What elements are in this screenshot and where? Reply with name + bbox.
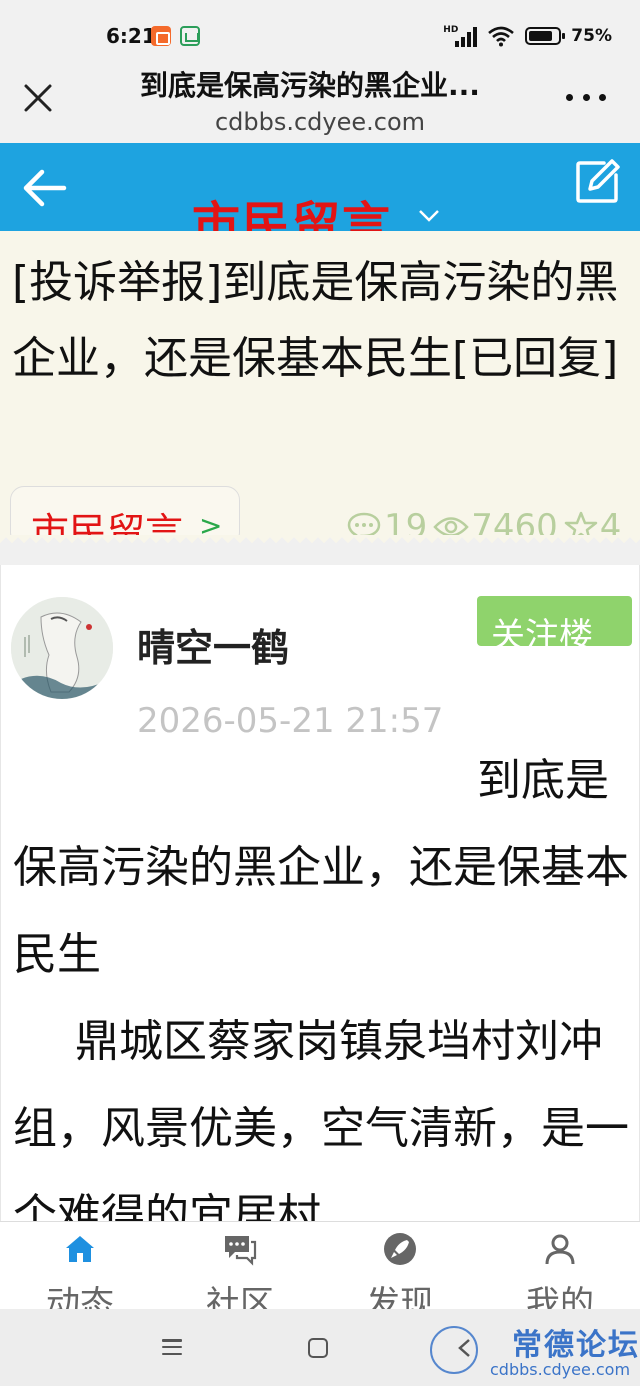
author-name[interactable]: 晴空一鹤: [137, 617, 289, 672]
avatar[interactable]: [11, 597, 113, 699]
section-title[interactable]: 市民留言: [192, 185, 392, 231]
tab-label: 发现: [366, 1284, 434, 1309]
chevron-down-icon[interactable]: [418, 209, 440, 223]
post-paragraph: 到底是保高污染的黑企业，还是保基本民生: [13, 755, 629, 980]
tab-community[interactable]: 社区: [160, 1222, 320, 1309]
site-header: 市民留言: [0, 143, 640, 231]
post-card: 晴空一鹤 关注楼 2026-05-21 21:57 到底是保高污染的黑企业，还是…: [0, 565, 640, 1221]
watermark-name: 常德论坛: [512, 1328, 640, 1363]
page-url: cdbbs.cdyee.com: [214, 108, 426, 136]
forum-logo-icon: [430, 1326, 478, 1374]
forum-watermark: 常德论坛 cdbbs.cdyee.com: [428, 1314, 638, 1384]
network-type: HD: [443, 25, 459, 35]
follow-label: 关注楼: [491, 616, 593, 656]
dot-icon: [599, 93, 606, 101]
watermark-url: cdbbs.cdyee.com: [490, 1360, 631, 1379]
battery-percent: 75%: [571, 26, 612, 46]
post-timestamp: 2026-05-21 21:57: [137, 701, 444, 741]
tab-label: 社区: [206, 1284, 274, 1309]
favorite-count: 4: [599, 507, 622, 535]
back-arrow-icon[interactable]: [20, 167, 68, 209]
close-icon[interactable]: [20, 80, 56, 116]
forum-tag-label: 市民留言: [31, 510, 184, 535]
tab-mine[interactable]: 我的: [480, 1222, 640, 1309]
page-title: 到底是保高污染的黑企业...: [140, 69, 480, 102]
rocket-icon: [384, 1233, 416, 1265]
view-count: 7460: [471, 507, 558, 535]
follow-button[interactable]: 关注楼: [477, 596, 632, 656]
comment-icon: [347, 512, 381, 535]
divider: [0, 535, 640, 565]
post-body: 到底是保高污染的黑企业，还是保基本民生 鼎城区蔡家岗镇泉垱村刘冲组，风景优美，空…: [13, 737, 629, 1221]
tab-dynamic[interactable]: 动态: [0, 1222, 160, 1309]
wifi-icon: [488, 26, 515, 47]
notification-app-icon: [151, 26, 171, 46]
star-icon: [564, 511, 598, 535]
tab-label: 动态: [46, 1284, 114, 1309]
dot-icon: [582, 93, 590, 101]
eye-icon: [433, 517, 469, 535]
dot-icon: [566, 93, 573, 101]
tab-discover[interactable]: 发现: [320, 1222, 480, 1309]
more-options-button[interactable]: [566, 90, 606, 104]
avatar-painting-icon: [11, 597, 113, 699]
home-icon: [66, 1236, 94, 1262]
chat-icon: [225, 1236, 257, 1266]
notification-home-icon: [180, 26, 200, 46]
tag-arrow: >: [199, 509, 223, 535]
cell-signal-icon: HD: [443, 25, 478, 47]
thread-stats: 19 7460 4: [346, 507, 627, 535]
tab-label: 我的: [526, 1284, 594, 1309]
thread-title: [投诉举报]到底是保高污染的黑企业，还是保基本民生[已回复]: [12, 257, 619, 384]
recent-apps-button[interactable]: [162, 1339, 182, 1355]
thread-header: [投诉举报]到底是保高污染的黑企业，还是保基本民生[已回复] 市民留言 > 19…: [0, 231, 640, 535]
home-button[interactable]: [308, 1338, 328, 1358]
bottom-tab-bar: 动态 社区 发现 我的: [0, 1221, 640, 1309]
edit-icon[interactable]: [574, 159, 620, 205]
status-indicators: HD 75%: [443, 22, 612, 50]
forum-tag-button[interactable]: 市民留言 >: [10, 486, 240, 535]
reply-count: 19: [384, 507, 428, 535]
status-time: 6:21: [106, 24, 156, 48]
user-icon: [545, 1234, 575, 1265]
battery-icon: [525, 27, 566, 45]
browser-chrome: 6:21 HD 75% 到底是保高污染的黑企业... cdbbs.cdyee.c…: [0, 0, 640, 143]
post-paragraph: 鼎城区蔡家岗镇泉垱村刘冲组，风景优美，空气清新，是一个难得的宜居村: [13, 1016, 629, 1221]
